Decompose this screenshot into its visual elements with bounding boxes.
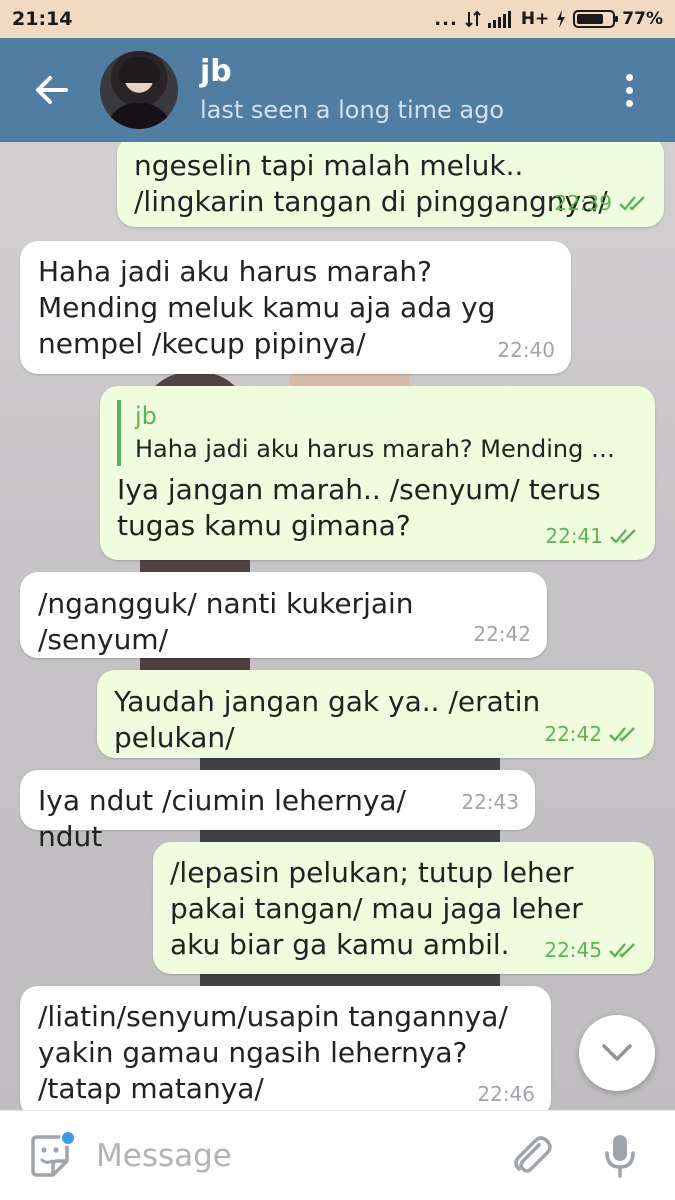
message-time: 22:45 <box>544 938 602 962</box>
message-time: 22:40 <box>497 338 555 362</box>
microphone-icon <box>605 1134 635 1178</box>
status-bar: 21:14 ... H+ 77% <box>0 0 675 38</box>
message-meta: 22:41 <box>545 518 639 554</box>
message-meta: 22:40 <box>497 332 555 368</box>
message-text: Haha jadi aku harus marah? Mending meluk… <box>38 255 505 360</box>
chat-header: jb last seen a long time ago <box>0 38 675 142</box>
message-meta: 22:42 <box>544 716 638 752</box>
avatar-body <box>106 103 172 129</box>
arrow-left-icon <box>36 76 68 104</box>
message-bubble-incoming[interactable]: /ngangguk/ nanti kukerjain /senyum/ 22:4… <box>20 572 547 658</box>
battery-percent: 77% <box>622 9 663 29</box>
message-input[interactable] <box>96 1125 496 1186</box>
reply-sender: jb <box>135 402 157 430</box>
message-meta: 22:45 <box>544 932 638 968</box>
double-check-icon <box>619 196 645 211</box>
battery-fill <box>577 14 604 24</box>
message-bubble-incoming[interactable]: Haha jadi aku harus marah? Mending meluk… <box>20 241 571 374</box>
message-bubble-outgoing[interactable]: jb Haha jadi aku harus marah? Mending me… <box>100 386 655 560</box>
charging-icon <box>557 10 566 28</box>
message-time: 22:46 <box>477 1082 535 1106</box>
signal-icon <box>487 11 511 28</box>
double-check-icon <box>609 727 635 742</box>
message-meta: 22:39 <box>554 185 648 221</box>
chat-name: jb <box>200 54 232 89</box>
vertical-dots-icon-dot <box>625 86 633 94</box>
chevron-down-icon <box>602 1044 632 1061</box>
message-bubble-outgoing[interactable]: Yaudah jangan gak ya.. /eratin pelukan/ … <box>97 670 654 758</box>
chat-status: last seen a long time ago <box>200 96 505 124</box>
avatar[interactable] <box>100 51 178 129</box>
chat-area[interactable]: ngeselin tapi malah meluk.. /lingkarin t… <box>0 142 675 1110</box>
sticker-button[interactable] <box>22 1128 78 1184</box>
battery-icon <box>573 10 619 28</box>
message-meta: 22:43 <box>461 784 519 820</box>
message-bubble-outgoing[interactable]: ngeselin tapi malah meluk.. /lingkarin t… <box>117 142 664 227</box>
back-button[interactable] <box>22 61 80 119</box>
double-check-icon <box>609 943 635 958</box>
vertical-dots-icon-dot <box>625 99 633 107</box>
more-options-button[interactable] <box>609 70 649 110</box>
vertical-dots-icon <box>625 73 633 81</box>
message-time: 22:41 <box>545 524 603 548</box>
message-text: /liatin/senyum/usapin tangannya/ yakin g… <box>38 1000 517 1105</box>
attach-button[interactable] <box>506 1130 558 1182</box>
data-transfer-icon <box>465 10 481 28</box>
double-check-icon <box>610 529 636 544</box>
chat-title-block[interactable]: jb last seen a long time ago <box>200 54 504 126</box>
message-time: 22:42 <box>544 722 602 746</box>
network-type: H+ <box>520 9 550 29</box>
message-meta: 22:46 <box>477 1076 535 1110</box>
message-bubble-outgoing[interactable]: /lepasin pelukan; tutup leher pakai tang… <box>153 842 654 974</box>
message-time: 22:39 <box>554 191 612 215</box>
status-indicators: ... H+ 77% <box>434 9 663 30</box>
paperclip-icon <box>514 1135 552 1173</box>
notification-dot <box>60 1129 76 1146</box>
avatar-hair <box>118 57 160 83</box>
voice-record-button[interactable] <box>594 1130 646 1182</box>
message-composer <box>0 1110 675 1200</box>
notification-dots: ... <box>434 8 458 30</box>
reply-quote[interactable]: jb Haha jadi aku harus marah? Mending me… <box>117 400 637 466</box>
scroll-to-bottom-button[interactable] <box>579 1015 655 1091</box>
reply-text: Haha jadi aku harus marah? Mending mel… <box>135 435 615 463</box>
message-meta: 22:42 <box>473 616 531 652</box>
message-bubble-incoming[interactable]: /liatin/senyum/usapin tangannya/ yakin g… <box>20 986 551 1110</box>
message-time: 22:42 <box>473 622 531 646</box>
message-bubble-incoming[interactable]: Iya ndut /ciumin lehernya/ ndut 22:43 <box>20 770 535 853</box>
status-time: 21:14 <box>12 8 73 30</box>
message-time: 22:43 <box>461 790 519 814</box>
message-text: /ngangguk/ nanti kukerjain /senyum/ <box>38 587 423 656</box>
